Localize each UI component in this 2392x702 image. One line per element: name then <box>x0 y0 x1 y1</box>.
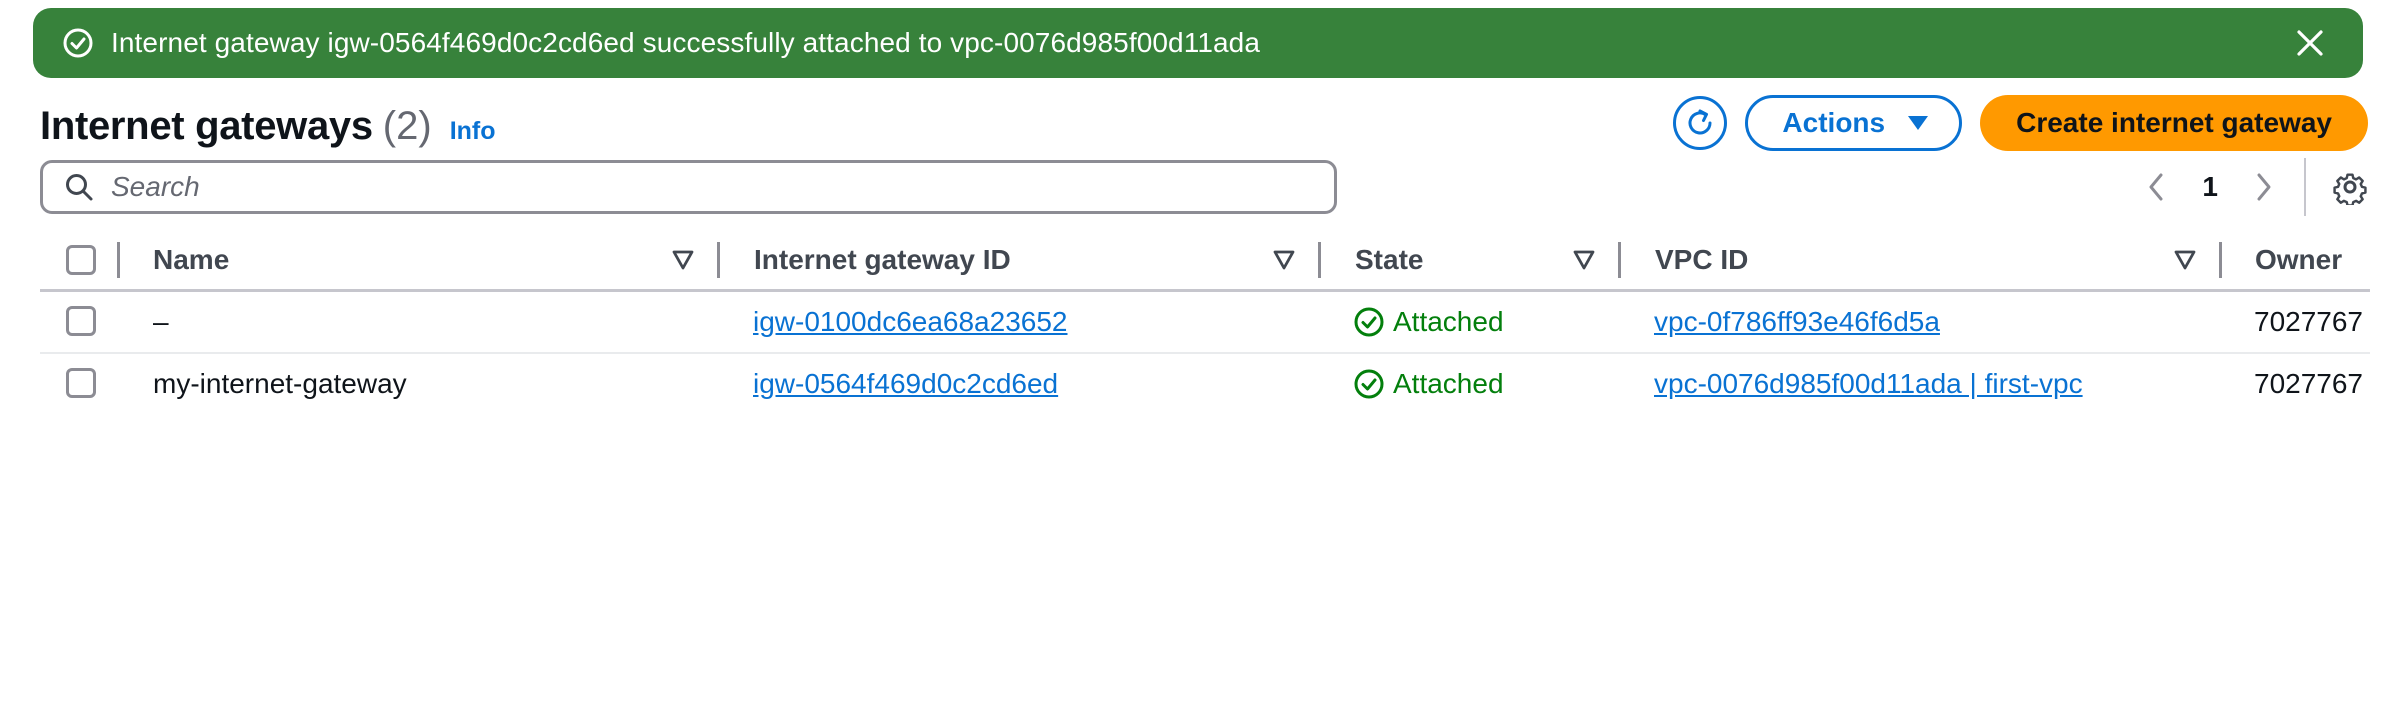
table-header: Name Internet gateway ID State VPC ID Ow… <box>40 230 2370 292</box>
state-status: Attached <box>1353 292 1504 352</box>
column-header-vpc-id[interactable]: VPC ID <box>1655 230 1748 290</box>
check-circle-icon <box>61 26 95 60</box>
table-row[interactable]: my-internet-gateway igw-0564f469d0c2cd6e… <box>40 354 2370 416</box>
select-all-checkbox[interactable] <box>66 245 96 275</box>
gateway-id-link[interactable]: igw-0100dc6ea68a23652 <box>753 292 1068 352</box>
table-row[interactable]: – igw-0100dc6ea68a23652 Attached vpc-0f7… <box>40 292 2370 354</box>
check-circle-icon <box>1353 306 1385 338</box>
sort-icon[interactable] <box>2174 230 2196 290</box>
gateway-name: – <box>153 306 169 337</box>
sort-icon[interactable] <box>1273 230 1295 290</box>
success-flash-banner: Internet gateway igw-0564f469d0c2cd6ed s… <box>33 8 2363 78</box>
sort-icon[interactable] <box>672 230 694 290</box>
page-title: Internet gateways <box>40 103 373 148</box>
column-divider[interactable] <box>1618 242 1621 278</box>
column-header-internet-gateway-id[interactable]: Internet gateway ID <box>754 230 1011 290</box>
row-checkbox[interactable] <box>66 368 96 398</box>
actions-dropdown-button[interactable]: Actions <box>1745 95 1963 151</box>
column-divider[interactable] <box>2219 242 2222 278</box>
chevron-right-icon[interactable] <box>2246 169 2282 205</box>
caret-down-icon <box>1907 115 1929 131</box>
vpc-id-link[interactable]: vpc-0076d985f00d11ada | first-vpc <box>1654 354 2083 414</box>
search-icon <box>63 171 95 203</box>
actions-label: Actions <box>1782 107 1886 138</box>
state-status: Attached <box>1353 354 1504 414</box>
gateway-name: my-internet-gateway <box>153 368 407 399</box>
vpc-id-link[interactable]: vpc-0f786ff93e46f6d5a <box>1654 292 1940 352</box>
page-header: Internet gateways (2) Info <box>40 96 496 156</box>
owner-id: 7027767 <box>2254 368 2364 399</box>
item-count: (2) <box>382 103 432 148</box>
flash-message: Internet gateway igw-0564f469d0c2cd6ed s… <box>111 27 1261 58</box>
gear-icon[interactable] <box>2330 167 2370 207</box>
internet-gateways-table: Name Internet gateway ID State VPC ID Ow… <box>40 230 2370 430</box>
current-page-number[interactable]: 1 <box>2202 171 2218 203</box>
gateway-id-link[interactable]: igw-0564f469d0c2cd6ed <box>753 354 1058 414</box>
column-divider <box>117 242 120 278</box>
owner-id: 7027767 <box>2254 306 2364 337</box>
pagination: 1 <box>2138 158 2370 216</box>
refresh-icon <box>1688 109 1712 135</box>
pagination-divider <box>2304 158 2306 216</box>
refresh-button[interactable] <box>1673 96 1728 150</box>
row-checkbox[interactable] <box>66 306 96 336</box>
close-icon[interactable] <box>2293 26 2327 60</box>
column-header-name[interactable]: Name <box>153 230 229 290</box>
column-header-owner[interactable]: Owner <box>2255 230 2342 290</box>
check-circle-icon <box>1353 368 1385 400</box>
chevron-left-icon[interactable] <box>2138 169 2174 205</box>
create-internet-gateway-button[interactable]: Create internet gateway <box>1980 95 2368 151</box>
column-divider[interactable] <box>717 242 720 278</box>
info-link[interactable]: Info <box>450 117 496 146</box>
column-header-state[interactable]: State <box>1355 230 1423 290</box>
search-field[interactable] <box>40 160 1337 214</box>
state-label: Attached <box>1393 368 1504 399</box>
column-divider[interactable] <box>1318 242 1321 278</box>
search-input[interactable] <box>109 170 1293 204</box>
state-label: Attached <box>1393 306 1504 337</box>
sort-icon[interactable] <box>1573 230 1595 290</box>
header-actions: Actions Create internet gateway <box>1673 94 2368 152</box>
